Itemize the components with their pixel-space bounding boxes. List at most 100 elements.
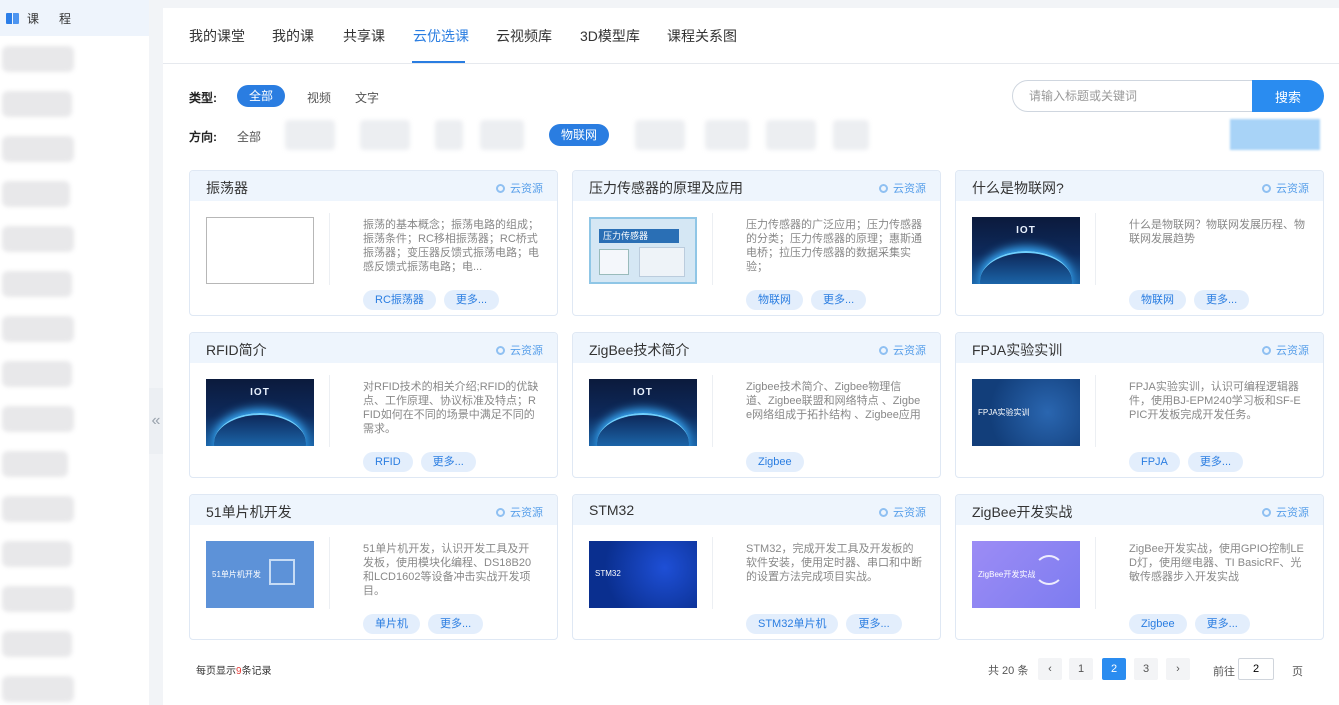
- cloud-resource-badge: 云资源: [496, 504, 543, 520]
- type-filter-all[interactable]: 全部: [237, 85, 286, 107]
- sidebar-header[interactable]: 课程: [0, 0, 149, 36]
- course-card[interactable]: 压力传感器的原理及应用 云资源 压力传感器 压力传感器的广泛应用；压力传感器的分…: [572, 170, 941, 316]
- tag[interactable]: 物联网: [746, 290, 803, 310]
- course-thumbnail[interactable]: IOT: [972, 217, 1080, 284]
- more-tags-button[interactable]: 更多...: [428, 614, 484, 634]
- card-title[interactable]: ZigBee开发实战: [972, 502, 1072, 522]
- sidebar-item[interactable]: [2, 361, 72, 387]
- globe-arc: [980, 251, 1072, 284]
- card-title[interactable]: ZigBee技术简介: [589, 340, 689, 360]
- course-card[interactable]: 51单片机开发 云资源 51单片机开发 51单片机开发，认识开发工具及开发板，使…: [189, 494, 558, 640]
- tag[interactable]: 单片机: [363, 614, 420, 634]
- action-button[interactable]: [1230, 119, 1320, 150]
- course-thumbnail[interactable]: 压力传感器: [589, 217, 697, 284]
- course-card[interactable]: STM32 云资源 STM32 STM32，完成开发工具及开发板的软件安装，使用…: [572, 494, 941, 640]
- course-thumbnail[interactable]: 51单片机开发: [206, 541, 314, 608]
- tag[interactable]: RFID: [363, 452, 413, 472]
- direction-filter-option[interactable]: [635, 120, 685, 150]
- course-thumbnail[interactable]: IOT: [206, 379, 314, 446]
- tag[interactable]: STM32单片机: [746, 614, 839, 634]
- tab-shared-courses[interactable]: 共享课: [343, 26, 385, 46]
- collapse-sidebar-button[interactable]: «: [149, 388, 163, 454]
- card-title[interactable]: 振荡器: [206, 178, 248, 198]
- card-title[interactable]: 51单片机开发: [206, 502, 292, 522]
- next-page-button[interactable]: ›: [1166, 658, 1190, 680]
- sidebar-item[interactable]: [2, 226, 74, 252]
- course-card[interactable]: FPJA实验实训 云资源 FPJA实验实训 FPJA实验实训，认识可编程逻辑器件…: [955, 332, 1324, 478]
- more-tags-button[interactable]: 更多...: [1194, 290, 1250, 310]
- card-tags: RFID 更多...: [363, 452, 476, 472]
- course-card[interactable]: 振荡器 云资源 振荡的基本概念；振荡电路的组成；振荡条件；RC移相振荡器；RC桥…: [189, 170, 558, 316]
- search-input[interactable]: [1012, 80, 1253, 112]
- direction-filter-option[interactable]: [766, 120, 816, 150]
- sidebar-item[interactable]: [2, 46, 74, 72]
- tag[interactable]: FPJA: [1129, 452, 1180, 472]
- chip-icon: [269, 559, 295, 585]
- card-title[interactable]: STM32: [589, 502, 634, 518]
- sidebar-item[interactable]: [2, 451, 68, 477]
- type-filter-text[interactable]: 文字: [355, 89, 379, 106]
- more-tags-button[interactable]: 更多...: [811, 290, 867, 310]
- card-title[interactable]: 压力传感器的原理及应用: [589, 178, 743, 198]
- tab-3d-models[interactable]: 3D模型库: [580, 26, 640, 46]
- tag[interactable]: RC振荡器: [363, 290, 436, 310]
- card-header: STM32 云资源: [573, 495, 940, 525]
- course-thumbnail[interactable]: IOT: [589, 379, 697, 446]
- tag[interactable]: Zigbee: [746, 452, 804, 472]
- sidebar-item[interactable]: [2, 676, 74, 702]
- direction-filter-option[interactable]: [360, 120, 410, 150]
- sidebar-item[interactable]: [2, 496, 74, 522]
- more-tags-button[interactable]: 更多...: [443, 290, 500, 310]
- sidebar-item[interactable]: [2, 406, 74, 432]
- direction-filter-option[interactable]: [705, 120, 749, 150]
- direction-filter-option[interactable]: [285, 120, 335, 150]
- sidebar-item[interactable]: [2, 631, 72, 657]
- direction-filter-option[interactable]: [480, 120, 524, 150]
- page-number[interactable]: 1: [1069, 658, 1093, 680]
- sidebar-item[interactable]: [2, 541, 72, 567]
- globe-arc: [597, 413, 689, 446]
- more-tags-button[interactable]: 更多...: [846, 614, 902, 634]
- sidebar-item[interactable]: [2, 136, 74, 162]
- thumbnail-text: 压力传感器: [599, 229, 679, 243]
- direction-filter-option[interactable]: [435, 120, 463, 150]
- course-thumbnail[interactable]: ZigBee开发实战: [972, 541, 1080, 608]
- more-tags-button[interactable]: 更多...: [1194, 614, 1250, 634]
- thumbnail-text: STM32: [595, 569, 621, 578]
- course-card[interactable]: ZigBee开发实战 云资源 ZigBee开发实战 ZigBee开发实战，使用G…: [955, 494, 1324, 640]
- tab-cloud-video[interactable]: 云视频库: [496, 26, 552, 46]
- tab-my-classroom[interactable]: 我的课堂: [189, 26, 245, 46]
- course-card[interactable]: ZigBee技术简介 云资源 IOT Zigbee技术简介、Zigbee物理信道…: [572, 332, 941, 478]
- tag[interactable]: 物联网: [1129, 290, 1186, 310]
- course-thumbnail[interactable]: FPJA实验实训: [972, 379, 1080, 446]
- direction-filter-all[interactable]: 全部: [237, 128, 261, 145]
- page-number[interactable]: 2: [1102, 658, 1126, 680]
- card-tags: Zigbee: [746, 452, 804, 472]
- prev-page-button[interactable]: ‹: [1038, 658, 1062, 680]
- card-title[interactable]: FPJA实验实训: [972, 340, 1062, 360]
- direction-filter-option[interactable]: [833, 120, 869, 150]
- more-tags-button[interactable]: 更多...: [420, 452, 476, 472]
- sidebar-item[interactable]: [2, 586, 74, 612]
- tab-course-graph[interactable]: 课程关系图: [667, 26, 737, 46]
- page-number[interactable]: 3: [1134, 658, 1158, 680]
- sidebar-item[interactable]: [2, 91, 72, 117]
- tag[interactable]: Zigbee: [1129, 614, 1187, 634]
- type-filter-video[interactable]: 视频: [307, 89, 331, 106]
- sidebar-item[interactable]: [2, 316, 74, 342]
- tab-cloud-selected[interactable]: 云优选课: [413, 26, 469, 46]
- search-button[interactable]: 搜索: [1252, 80, 1324, 112]
- broken-image-icon[interactable]: [206, 217, 314, 284]
- direction-filter-iot[interactable]: 物联网: [549, 124, 610, 146]
- course-thumbnail[interactable]: STM32: [589, 541, 697, 608]
- course-card[interactable]: RFID简介 云资源 IOT 对RFID技术的相关介绍;RFID的优缺点、工作原…: [189, 332, 558, 478]
- goto-page-input[interactable]: [1238, 658, 1274, 680]
- card-title[interactable]: RFID简介: [206, 340, 267, 360]
- sidebar-item[interactable]: [2, 271, 72, 297]
- sidebar-item[interactable]: [2, 181, 70, 207]
- tab-my-courses[interactable]: 我的课: [272, 26, 314, 46]
- card-tags: 物联网 更多...: [746, 290, 867, 310]
- card-title[interactable]: 什么是物联网?: [972, 178, 1064, 198]
- course-card[interactable]: 什么是物联网? 云资源 IOT 什么是物联网？物联网发展历程、物联网发展趋势 物…: [955, 170, 1324, 316]
- more-tags-button[interactable]: 更多...: [1187, 452, 1244, 472]
